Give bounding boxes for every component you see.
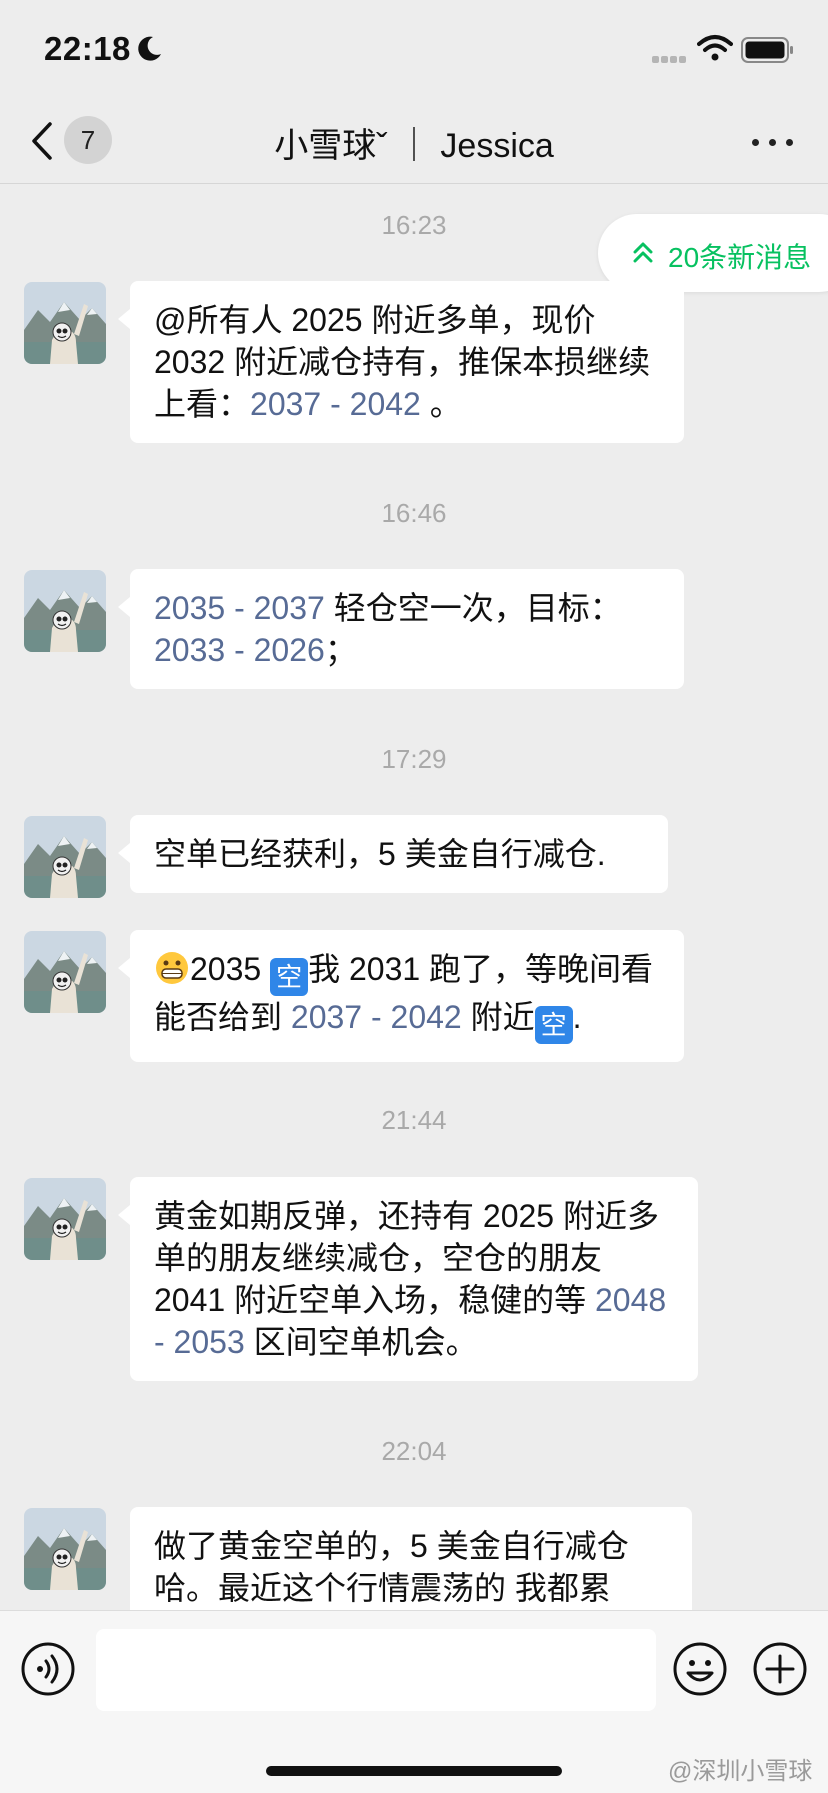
plus-icon[interactable] — [752, 1641, 808, 1697]
message-text: 黄金如期反弹，还持有 2025 附近多单的朋友继续减仓，空仓的朋友 2041 附… — [154, 1198, 659, 1318]
message-bubble[interactable]: @所有人 2025 附近多单，现价 2032 附近减仓持有，推保本损继续上看：2… — [118, 281, 684, 443]
message-bubble[interactable]: 空单已经获利，5 美金自行减仓. — [118, 815, 668, 893]
message-timestamp: 22:04 — [381, 1436, 447, 1466]
message-text: 轻仓空一次，目标： — [324, 590, 622, 626]
new-messages-label: 20条新消息 — [668, 242, 812, 273]
message-timestamp: 21:44 — [381, 1105, 447, 1135]
battery-icon — [741, 37, 793, 63]
price-range: 2035 - 2037 — [154, 590, 325, 626]
grinning-emoji-icon — [156, 952, 188, 984]
message-text: ； — [324, 632, 357, 668]
message-bubble[interactable]: 2035 空我 2031 跑了，等晚间看能否给到 2037 - 2042 附近空… — [118, 930, 684, 1062]
emoji-icon[interactable] — [672, 1641, 728, 1697]
message-bubble[interactable]: 做了黄金空单的，5 美金自行减仓哈。最近这个行情震荡的 我都累 — [130, 1507, 692, 1610]
message-text: 区间空单机会。 — [244, 1324, 478, 1360]
message-bubble[interactable]: 2035 - 2037 轻仓空一次，目标： 2033 - 2026； — [118, 569, 684, 689]
price-range: 2037 - 2042 — [250, 386, 421, 422]
status-bar: 22:18 — [0, 0, 828, 100]
message-timestamp: 16:23 — [381, 210, 447, 240]
chat-header: 7 小雪球ˇ ｜ Jessica — [0, 100, 828, 184]
back-icon[interactable] — [26, 118, 60, 164]
chat-title: 小雪球ˇ ｜ Jessica — [274, 127, 554, 165]
message-text: 。 — [420, 386, 462, 422]
price-range: 2037 - 2042 — [290, 999, 462, 1035]
message-text: 附近 — [461, 999, 535, 1035]
avatar[interactable] — [24, 570, 106, 652]
short-emoji-badge: 空 — [534, 1006, 573, 1044]
unread-count-badge[interactable]: 7 — [64, 116, 112, 164]
voice-icon[interactable] — [20, 1641, 76, 1697]
watermark: @深圳小雪球 — [668, 1758, 813, 1785]
message-text: 空单已经获利，5 美金自行减仓. — [154, 836, 606, 872]
wifi-icon — [697, 35, 733, 61]
avatar[interactable] — [24, 931, 106, 1013]
cellular-signal-icon — [652, 50, 688, 68]
home-indicator[interactable] — [266, 1766, 562, 1776]
message-bubble[interactable]: 黄金如期反弹，还持有 2025 附近多单的朋友继续减仓，空仓的朋友 2041 附… — [118, 1177, 698, 1381]
message-timestamp: 17:29 — [381, 744, 447, 774]
short-emoji-badge: 空 — [270, 958, 309, 996]
avatar[interactable] — [24, 816, 106, 898]
moon-icon — [138, 36, 161, 61]
price-range: 2033 - 2026 — [154, 632, 325, 668]
message-input[interactable] — [96, 1629, 656, 1711]
avatar[interactable] — [24, 282, 106, 364]
more-icon[interactable] — [752, 130, 794, 154]
message-text: 2035 — [190, 951, 271, 987]
double-chevron-up-icon — [633, 242, 653, 263]
message-text: 做了黄金空单的，5 美金自行减仓哈。最近这个行情震荡的 我都累 — [154, 1528, 629, 1606]
avatar[interactable] — [24, 1178, 106, 1260]
status-time: 22:18 — [44, 30, 131, 67]
message-text: . — [572, 999, 582, 1035]
message-timestamp: 16:46 — [381, 498, 447, 528]
avatar[interactable] — [24, 1508, 106, 1590]
